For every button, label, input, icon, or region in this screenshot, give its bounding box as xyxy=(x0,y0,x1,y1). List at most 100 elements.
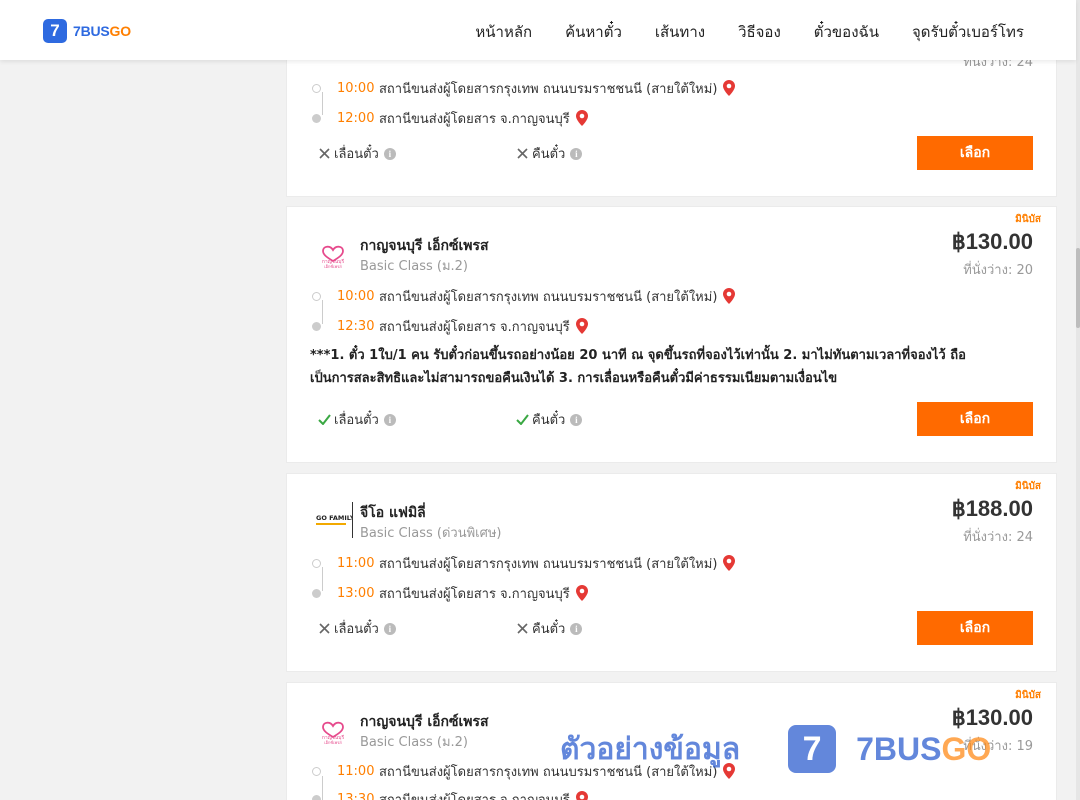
refund-policy: คืนตั๋ว i xyxy=(515,618,583,639)
svg-text:เอ็กซ์เพรส: เอ็กซ์เพรส xyxy=(324,739,342,745)
arrival-stop: 12:30 สถานีขนส่งผู้โดยสาร จ.กาญจนบุรี xyxy=(312,316,588,336)
map-pin-icon[interactable] xyxy=(575,791,588,800)
operator-logo: กาญจนบุรี เอ็กซ์เพรส xyxy=(315,711,351,747)
change-policy: เลื่อนตั๋ว i xyxy=(317,618,396,639)
map-pin-icon[interactable] xyxy=(575,110,588,126)
svg-text:GO FAMILY: GO FAMILY xyxy=(316,514,352,522)
nav-pickup-points[interactable]: จุดรับตั๋วเบอร์โทร xyxy=(912,20,1024,44)
nav-how-to-book[interactable]: วิธีจอง xyxy=(738,20,781,44)
refund-label: คืนตั๋ว xyxy=(532,622,566,637)
info-icon[interactable]: i xyxy=(383,622,396,635)
map-pin-icon[interactable] xyxy=(575,585,588,601)
arrival-time: 13:30 xyxy=(337,791,375,800)
info-icon[interactable]: i xyxy=(383,413,396,426)
map-pin-icon[interactable] xyxy=(723,80,736,96)
arrival-stop: 12:00 สถานีขนส่งผู้โดยสาร จ.กาญจนบุรี xyxy=(312,108,588,128)
check-icon xyxy=(515,413,529,427)
page-scrollbar[interactable] xyxy=(1076,0,1080,800)
arrival-dot xyxy=(312,794,321,800)
arrival-station: สถานีขนส่งผู้โดยสาร จ.กาญจนบุรี xyxy=(379,319,570,335)
cross-icon xyxy=(515,147,529,161)
trip-card: มินิบัส กาญจนบุรี เอ็กซ์เพรส กาญจนบุรี เอ… xyxy=(286,206,1057,463)
info-icon[interactable]: i xyxy=(570,147,583,160)
sample-watermark: ตัวอย่างข้อมูล 7 7BUSGO xyxy=(560,725,991,773)
trip-conditions-note: ***1. ตั๋ว 1ใบ/1 คน รับตั๋วก่อนขึ้นรถอย่… xyxy=(310,348,966,386)
departure-time: 11:00 xyxy=(337,763,375,779)
arrival-stop: 13:00 สถานีขนส่งผู้โดยสาร จ.กาญจนบุรี xyxy=(312,583,588,603)
map-pin-icon[interactable] xyxy=(575,318,588,334)
service-class: Basic Class (ม.2) xyxy=(360,735,468,750)
operator-logo: กาญจนบุรี เอ็กซ์เพรส xyxy=(315,235,351,271)
change-label: เลื่อนตั๋ว xyxy=(334,147,379,162)
select-trip-button[interactable]: เลือก xyxy=(917,136,1033,170)
vehicle-type-badge: มินิบัส xyxy=(1015,690,1041,701)
site-logo[interactable]: 7 7BUSGO xyxy=(43,19,131,43)
arrival-dot xyxy=(312,321,321,331)
arrival-station: สถานีขนส่งผู้โดยสาร จ.กาญจนบุรี xyxy=(379,111,570,127)
logo-text-suffix: GO xyxy=(109,23,132,39)
arrival-stop: 13:30 สถานีขนส่งผู้โดยสาร จ.กาญจนบุรี xyxy=(312,789,588,800)
cross-icon xyxy=(515,622,529,636)
departure-station: สถานีขนส่งผู้โดยสารกรุงเทพ ถนนบรมราชชนนี… xyxy=(379,81,718,97)
arrival-dot xyxy=(312,588,321,598)
vehicle-type-badge: มินิบัส xyxy=(1015,214,1041,225)
watermark-brand: 7BUSGO xyxy=(856,731,991,768)
operator-name: จีโอ แฟมิลี่ xyxy=(360,505,426,521)
select-trip-button[interactable]: เลือก xyxy=(917,611,1033,645)
service-class: Basic Class (ด่วนพิเศษ) xyxy=(360,526,502,541)
seats-available: ที่นั่งว่าง: 20 xyxy=(963,263,1033,278)
seats-available: ที่นั่งว่าง: 24 xyxy=(963,530,1033,545)
logo-text: 7BUSGO xyxy=(73,23,131,39)
nav-routes[interactable]: เส้นทาง xyxy=(655,20,705,44)
scrollbar-thumb[interactable] xyxy=(1076,248,1080,328)
change-label: เลื่อนตั๋ว xyxy=(334,622,379,637)
departure-station: สถานีขนส่งผู้โดยสารกรุงเทพ ถนนบรมราชชนนี… xyxy=(379,289,718,305)
map-pin-icon[interactable] xyxy=(723,288,736,304)
arrival-time: 13:00 xyxy=(337,585,375,601)
ticket-price: ฿130.00 xyxy=(951,229,1033,254)
refund-label: คืนตั๋ว xyxy=(532,413,566,428)
map-pin-icon[interactable] xyxy=(723,555,736,571)
departure-stop: 10:00 สถานีขนส่งผู้โดยสารกรุงเทพ ถนนบรมร… xyxy=(312,78,736,98)
arrival-time: 12:00 xyxy=(337,110,375,126)
arrival-station: สถานีขนส่งผู้โดยสาร จ.กาญจนบุรี xyxy=(379,792,570,800)
watermark-brand-suffix: GO xyxy=(941,730,992,767)
info-icon[interactable]: i xyxy=(570,413,583,426)
arrival-station: สถานีขนส่งผู้โดยสาร จ.กาญจนบุรี xyxy=(379,586,570,602)
arrival-time: 12:30 xyxy=(337,318,375,334)
arrival-dot xyxy=(312,113,321,123)
departure-dot xyxy=(312,766,321,776)
refund-policy: คืนตั๋ว i xyxy=(515,143,583,164)
watermark-text: ตัวอย่างข้อมูล xyxy=(560,731,741,767)
service-class: Basic Class (ม.2) xyxy=(360,259,468,274)
change-policy: เลื่อนตั๋ว i xyxy=(317,143,396,164)
nav-home[interactable]: หน้าหลัก xyxy=(475,20,532,44)
info-icon[interactable]: i xyxy=(570,622,583,635)
operator-name: กาญจนบุรี เอ็กซ์เพรส xyxy=(360,238,489,254)
nav-my-tickets[interactable]: ตั๋วของฉัน xyxy=(814,20,879,44)
main-nav: หน้าหลัก ค้นหาตั๋ว เส้นทาง วิธีจอง ตั๋วข… xyxy=(442,20,1024,44)
change-policy: เลื่อนตั๋ว i xyxy=(317,409,396,430)
watermark-brand-prefix: 7BUS xyxy=(856,730,942,767)
ticket-price: ฿188.00 xyxy=(951,496,1033,521)
departure-time: 11:00 xyxy=(337,555,375,571)
departure-dot xyxy=(312,83,321,93)
logo-mark: 7 xyxy=(43,19,67,43)
refund-policy: คืนตั๋ว i xyxy=(515,409,583,430)
nav-search-ticket[interactable]: ค้นหาตั๋ว xyxy=(565,20,622,44)
watermark-logo-mark: 7 xyxy=(788,725,837,773)
vehicle-type-badge: มินิบัส xyxy=(1015,481,1041,492)
departure-time: 10:00 xyxy=(337,80,375,96)
cross-icon xyxy=(317,147,331,161)
departure-station: สถานีขนส่งผู้โดยสารกรุงเทพ ถนนบรมราชชนนี… xyxy=(379,556,718,572)
trip-card: มินิบัส GO FAMILY จีโอ แฟมิลี่ Basic Cla… xyxy=(286,473,1057,672)
operator-name: กาญจนบุรี เอ็กซ์เพรส xyxy=(360,714,489,730)
departure-dot xyxy=(312,558,321,568)
change-label: เลื่อนตั๋ว xyxy=(334,413,379,428)
info-icon[interactable]: i xyxy=(383,147,396,160)
refund-label: คืนตั๋ว xyxy=(532,147,566,162)
select-trip-button[interactable]: เลือก xyxy=(917,402,1033,436)
departure-dot xyxy=(312,291,321,301)
svg-text:เอ็กซ์เพรส: เอ็กซ์เพรส xyxy=(324,263,342,269)
cross-icon xyxy=(317,622,331,636)
